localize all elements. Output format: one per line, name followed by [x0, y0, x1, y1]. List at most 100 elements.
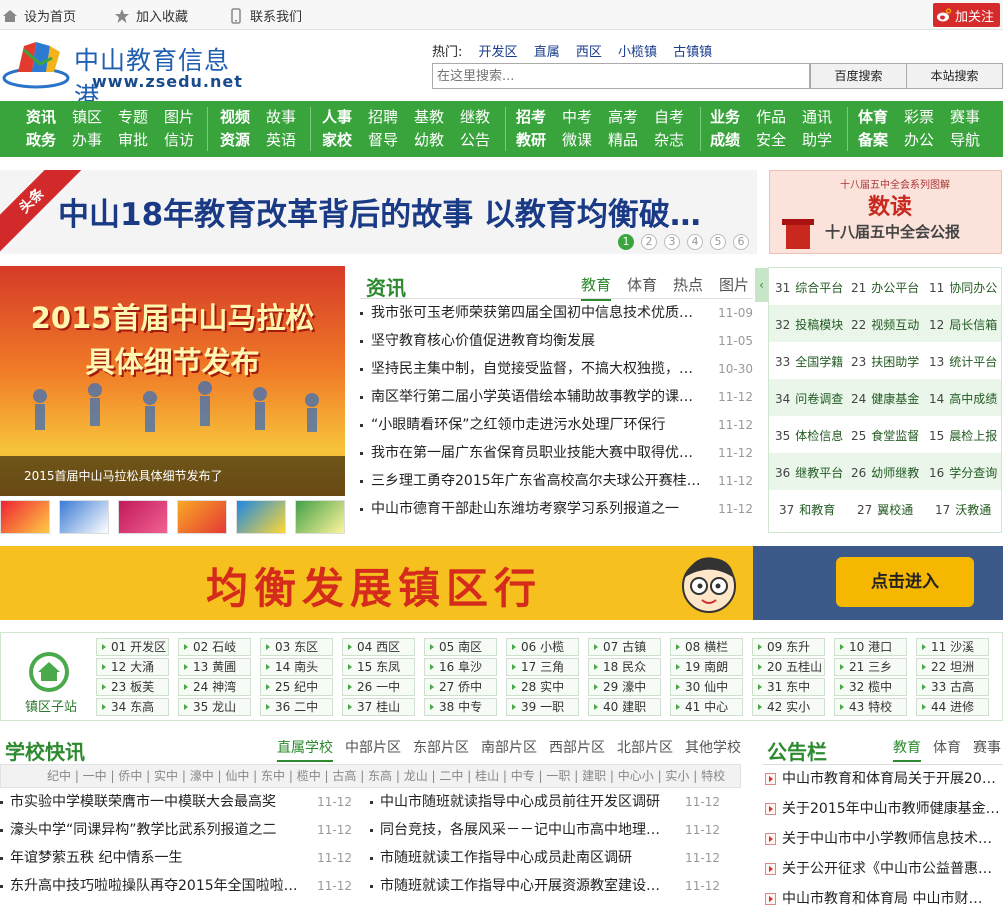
town-link[interactable]: 15 东凤 [342, 658, 415, 676]
notice-item-title[interactable]: 关于公开征求《中山市公益普惠… [782, 854, 1003, 884]
town-link[interactable]: 43 特校 [834, 698, 907, 716]
service-link[interactable]: 37 和教育 [779, 501, 835, 518]
nav-item[interactable]: 家校 [314, 129, 360, 151]
town-link[interactable]: 31 东中 [752, 678, 825, 696]
notice-item[interactable]: 中山市教育和体育局 中山市财… [763, 884, 1003, 914]
town-link[interactable]: 32 榄中 [834, 678, 907, 696]
nav-item[interactable]: 资源 [212, 129, 258, 151]
town-link[interactable]: 35 龙山 [178, 698, 251, 716]
nav-item[interactable]: 督导 [360, 129, 406, 151]
town-link[interactable]: 04 西区 [342, 638, 415, 656]
site-logo[interactable]: 中山教育信息港 www.zsedu.net [2, 38, 252, 111]
nav-item[interactable]: 故事 [258, 106, 304, 128]
weibo-follow-button[interactable]: 加关注 [933, 3, 1000, 27]
nav-item[interactable]: 基教 [406, 106, 452, 128]
hot-link[interactable]: 直属 [534, 45, 560, 60]
nav-item[interactable]: 办事 [64, 129, 110, 151]
news-tab[interactable]: 体育 [627, 274, 657, 301]
town-link[interactable]: 39 一职 [506, 698, 579, 716]
service-link[interactable]: 33 全国学籍 [775, 353, 843, 370]
nav-item[interactable]: 安全 [748, 129, 794, 151]
set-homepage-link[interactable]: 设为首页 [2, 6, 76, 25]
thumbnail[interactable] [118, 500, 168, 534]
notice-item[interactable]: 关于中山市中小学教师信息技术… [763, 824, 1003, 854]
nav-item[interactable]: 自考 [646, 106, 692, 128]
news-item[interactable]: 中山市德育干部赴山东潍坊考察学习系列报道之一 11-12 [360, 495, 753, 523]
news-item-title[interactable]: 我市在第一届广东省保育员职业技能大赛中取得优异… [371, 439, 701, 467]
school-news-item[interactable]: 中山市随班就读指导中心成员前往开发区调研 11-12 [370, 788, 720, 816]
headline-dot[interactable]: 3 [664, 234, 680, 250]
service-link[interactable]: 34 问卷调查 [775, 390, 843, 407]
service-link[interactable]: 36 继教平台 [775, 464, 843, 481]
nav-item[interactable]: 信访 [156, 129, 202, 151]
feature-caption[interactable]: 2015首届中山马拉松具体细节发布了 [0, 456, 345, 496]
nav-item[interactable]: 微课 [554, 129, 600, 151]
nav-item[interactable]: 彩票 [896, 106, 942, 128]
town-link[interactable]: 38 中专 [424, 698, 497, 716]
baidu-search-button[interactable]: 百度搜索 [810, 63, 907, 89]
nav-item[interactable]: 镇区 [64, 106, 110, 128]
school-news-item[interactable]: 同台竞技，各展风采－－记中山市高中地理教… 11-12 [370, 816, 720, 844]
news-item[interactable]: 我市张可玉老师荣获第四届全国初中信息技术优质课… 11-09 [360, 299, 753, 327]
school-tab[interactable]: 南部片区 [481, 737, 537, 762]
headline-dot[interactable]: 2 [641, 234, 657, 250]
thumbnail[interactable] [177, 500, 227, 534]
nav-item[interactable]: 业务 [702, 106, 748, 128]
school-news-title-text[interactable]: 市随班就读工作指导中心成员赴南区调研 [380, 844, 670, 872]
nav-item[interactable]: 杂志 [646, 129, 692, 151]
service-link[interactable]: 14 高中成绩 [929, 390, 997, 407]
news-item-title[interactable]: 坚守教育核心价值促进教育均衡发展 [371, 327, 701, 355]
hot-link[interactable]: 西区 [576, 45, 602, 60]
town-link[interactable]: 06 小榄 [506, 638, 579, 656]
notice-item-title[interactable]: 中山市教育和体育局关于开展20… [782, 764, 1003, 794]
town-link[interactable]: 09 东升 [752, 638, 825, 656]
notice-item-title[interactable]: 中山市教育和体育局 中山市财… [782, 884, 1003, 914]
school-tab[interactable]: 西部片区 [549, 737, 605, 762]
town-link[interactable]: 34 东高 [96, 698, 169, 716]
school-news-title-text[interactable]: 同台竞技，各展风采－－记中山市高中地理教… [380, 816, 670, 844]
school-news-title-text[interactable]: 市随班就读工作指导中心开展资源教室建设检… [380, 872, 670, 900]
service-link[interactable]: 22 视频互动 [851, 316, 919, 333]
headline-banner[interactable]: 头条 中山18年教育改革背后的故事 以教育均衡破… 1 2 3 4 5 6 [0, 170, 757, 254]
service-link[interactable]: 31 综合平台 [775, 279, 843, 296]
town-link[interactable]: 33 古高 [916, 678, 989, 696]
nav-item[interactable]: 英语 [258, 129, 304, 151]
nav-item[interactable]: 公告 [452, 129, 498, 151]
add-favorite-link[interactable]: 加入收藏 [114, 6, 188, 25]
nav-item[interactable]: 精品 [600, 129, 646, 151]
school-news-title-text[interactable]: 濠头中学“同课异构”教学比武系列报道之二 [10, 816, 300, 844]
site-search-button[interactable]: 本站搜索 [906, 63, 1003, 89]
town-link[interactable]: 18 民众 [588, 658, 661, 676]
headline-dot[interactable]: 5 [710, 234, 726, 250]
school-news-item[interactable]: 濠头中学“同课异构”教学比武系列报道之二 11-12 [0, 816, 352, 844]
town-link[interactable]: 10 港口 [834, 638, 907, 656]
thumbnail[interactable] [59, 500, 109, 534]
news-item[interactable]: 我市在第一届广东省保育员职业技能大赛中取得优异… 11-12 [360, 439, 753, 467]
news-item-title[interactable]: 坚持民主集中制，自觉接受监督，不搞大权独揽，独… [371, 355, 701, 383]
school-tab[interactable]: 东部片区 [413, 737, 469, 762]
nav-item[interactable]: 人事 [314, 106, 360, 128]
nav-item[interactable]: 通讯 [794, 106, 840, 128]
school-news-title-text[interactable]: 年谊梦萦五秩 纪中情系一生 [10, 844, 300, 872]
town-link[interactable]: 19 南朗 [670, 658, 743, 676]
town-link[interactable]: 30 仙中 [670, 678, 743, 696]
nav-item[interactable]: 视频 [212, 106, 258, 128]
service-link[interactable]: 13 统计平台 [929, 353, 997, 370]
nav-item[interactable]: 教研 [508, 129, 554, 151]
service-link[interactable]: 21 办公平台 [851, 279, 919, 296]
school-tab[interactable]: 其他学校 [685, 737, 741, 762]
news-item-title[interactable]: 三乡理工勇夺2015年广东省高校高尔夫球公开赛桂冠… [371, 467, 701, 495]
news-item-title[interactable]: 中山市德育干部赴山东潍坊考察学习系列报道之一 [371, 495, 701, 523]
town-link[interactable]: 17 三角 [506, 658, 579, 676]
school-news-title-text[interactable]: 中山市随班就读指导中心成员前往开发区调研 [380, 788, 670, 816]
chevron-left-icon[interactable]: ‹ [755, 268, 768, 302]
school-tab[interactable]: 直属学校 [277, 737, 333, 762]
nav-item[interactable]: 幼教 [406, 129, 452, 151]
notice-item[interactable]: 中山市教育和体育局关于开展20… [763, 764, 1003, 794]
news-item[interactable]: 坚守教育核心价值促进教育均衡发展 11-05 [360, 327, 753, 355]
nav-item[interactable]: 备案 [850, 129, 896, 151]
notice-item-title[interactable]: 关于2015年中山市教师健康基金… [782, 794, 1003, 824]
marathon-feature-image[interactable]: 2015首届中山马拉松 具体细节发布 2015首届中山马拉松具体细节发布了 [0, 266, 345, 496]
town-link[interactable]: 07 古镇 [588, 638, 661, 656]
school-filter-strip[interactable]: 纪中 | 一中 | 侨中 | 实中 | 濠中 | 仙中 | 东中 | 榄中 | … [0, 764, 741, 788]
